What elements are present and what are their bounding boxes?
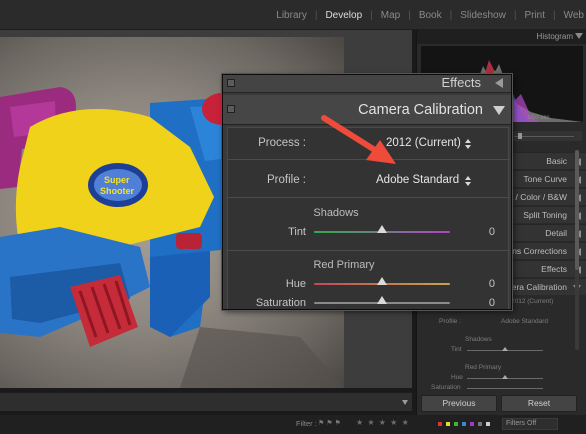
tool-slider-track (514, 136, 574, 137)
module-develop[interactable]: Develop (317, 10, 370, 21)
process-stepper-icon[interactable] (465, 139, 471, 149)
reset-button[interactable]: Reset (501, 395, 577, 412)
module-web[interactable]: Web (556, 10, 586, 21)
color-swatch-purple[interactable] (470, 422, 474, 426)
module-map[interactable]: Map (373, 10, 408, 21)
section-divider (228, 250, 510, 251)
profile-value[interactable]: Adobe Standard (376, 174, 459, 186)
saturation-label: Saturation (255, 297, 306, 309)
hue-value[interactable]: 0 (475, 278, 495, 290)
profile-stepper-icon[interactable] (465, 176, 471, 186)
tint-slider-knob[interactable] (377, 225, 387, 233)
panel-scrollbar-thumb[interactable] (575, 150, 579, 270)
calibration-header[interactable]: Camera Calibration (223, 95, 511, 125)
module-bar: Library | Develop | Map | Book | Slidesh… (0, 0, 586, 30)
filter-label: Filter : (296, 419, 317, 428)
collapse-triangle-icon[interactable] (575, 33, 583, 39)
mini-red-primary-title: Red Primary (465, 364, 502, 371)
panel-tone-curve-label: Tone Curve (523, 174, 567, 184)
tint-value[interactable]: 0 (475, 226, 495, 238)
panel-basic-label: Basic (546, 156, 567, 166)
profile-row: Profile : Adobe Standard (228, 166, 510, 198)
panel-scrollbar[interactable] (575, 150, 579, 350)
panel-split-toning-label: Split Toning (523, 210, 567, 220)
tool-strip[interactable] (505, 130, 583, 142)
calibration-title: Camera Calibration (358, 102, 483, 118)
tint-label: Tint (288, 226, 306, 238)
calibration-body: Process : 2012 (Current) Profile : Adobe… (227, 127, 510, 309)
module-picker: Library | Develop | Map | Book | Slidesh… (268, 0, 586, 30)
star-rating-filter[interactable]: ★ ★ ★ ★ ★ (356, 418, 410, 427)
color-swatch-blue[interactable] (462, 422, 466, 426)
mini-profile-value[interactable]: Adobe Standard (501, 318, 548, 325)
panel-switch-icon[interactable] (227, 105, 235, 113)
histogram-readout: 1/50 sec (527, 115, 550, 121)
mini-process-value[interactable]: 2012 (Current) (511, 298, 553, 305)
profile-label: Profile : (267, 174, 306, 186)
module-print[interactable]: Print (516, 10, 553, 21)
panel-lens-corrections-label: Lens Corrections (502, 246, 567, 256)
mini-shadows-title: Shadows (465, 336, 492, 343)
mini-tint-knob[interactable] (502, 347, 508, 351)
filters-dropdown[interactable]: Filters Off (502, 418, 558, 430)
previous-button[interactable]: Previous (421, 395, 497, 412)
effects-label: Effects (441, 75, 481, 90)
filmstrip-bar: Filter : ⚑ ⚑ ⚑ ★ ★ ★ ★ ★ Filters Off (0, 415, 586, 434)
color-swatch-green[interactable] (454, 422, 458, 426)
histogram-title: Histogram (536, 32, 573, 41)
module-slideshow[interactable]: Slideshow (452, 10, 514, 21)
module-book[interactable]: Book (411, 10, 450, 21)
mini-hue-knob[interactable] (502, 375, 508, 379)
color-label-filter[interactable] (438, 422, 490, 426)
panel-footer: Previous Reset (417, 395, 586, 413)
saturation-slider-knob[interactable] (377, 296, 387, 304)
mini-saturation-track[interactable] (467, 388, 543, 389)
panel-switch-icon[interactable] (227, 79, 235, 87)
red-primary-title: Red Primary (313, 259, 375, 271)
mini-saturation-label: Saturation (431, 384, 461, 391)
hue-slider-knob[interactable] (377, 277, 387, 285)
saturation-value[interactable]: 0 (475, 297, 495, 309)
panel-effects-label: Effects (541, 264, 567, 274)
process-label: Process : (258, 137, 306, 149)
color-swatch-red[interactable] (438, 422, 442, 426)
tool-slider-knob[interactable] (518, 133, 522, 139)
shadows-title: Shadows (313, 207, 359, 219)
expand-triangle-icon[interactable] (495, 78, 503, 88)
process-row: Process : 2012 (Current) (228, 128, 510, 160)
hue-label: Hue (285, 278, 306, 290)
color-swatch-yellow[interactable] (446, 422, 450, 426)
panel-detail-label: Detail (545, 228, 567, 238)
color-swatch-gray[interactable] (478, 422, 482, 426)
module-library[interactable]: Library (268, 10, 315, 21)
effects-header[interactable]: Effects (223, 75, 511, 93)
camera-calibration-zoom: Effects Camera Calibration Process : 201… (222, 74, 512, 310)
mini-profile-label: Profile : (439, 318, 462, 325)
mini-hue-label: Hue (451, 374, 463, 381)
color-swatch-white[interactable] (486, 422, 490, 426)
mini-tint-label: Tint (451, 346, 462, 353)
svg-text:Shooter: Shooter (100, 186, 134, 196)
svg-text:Super: Super (104, 175, 130, 185)
toolbar-menu-icon[interactable] (402, 400, 408, 405)
toolbar (0, 392, 412, 411)
process-value[interactable]: 2012 (Current) (386, 137, 461, 149)
collapse-triangle-icon[interactable] (493, 106, 505, 115)
histogram-header[interactable]: Histogram (417, 30, 586, 44)
flag-filter-icon[interactable]: ⚑ ⚑ ⚑ (318, 419, 341, 427)
